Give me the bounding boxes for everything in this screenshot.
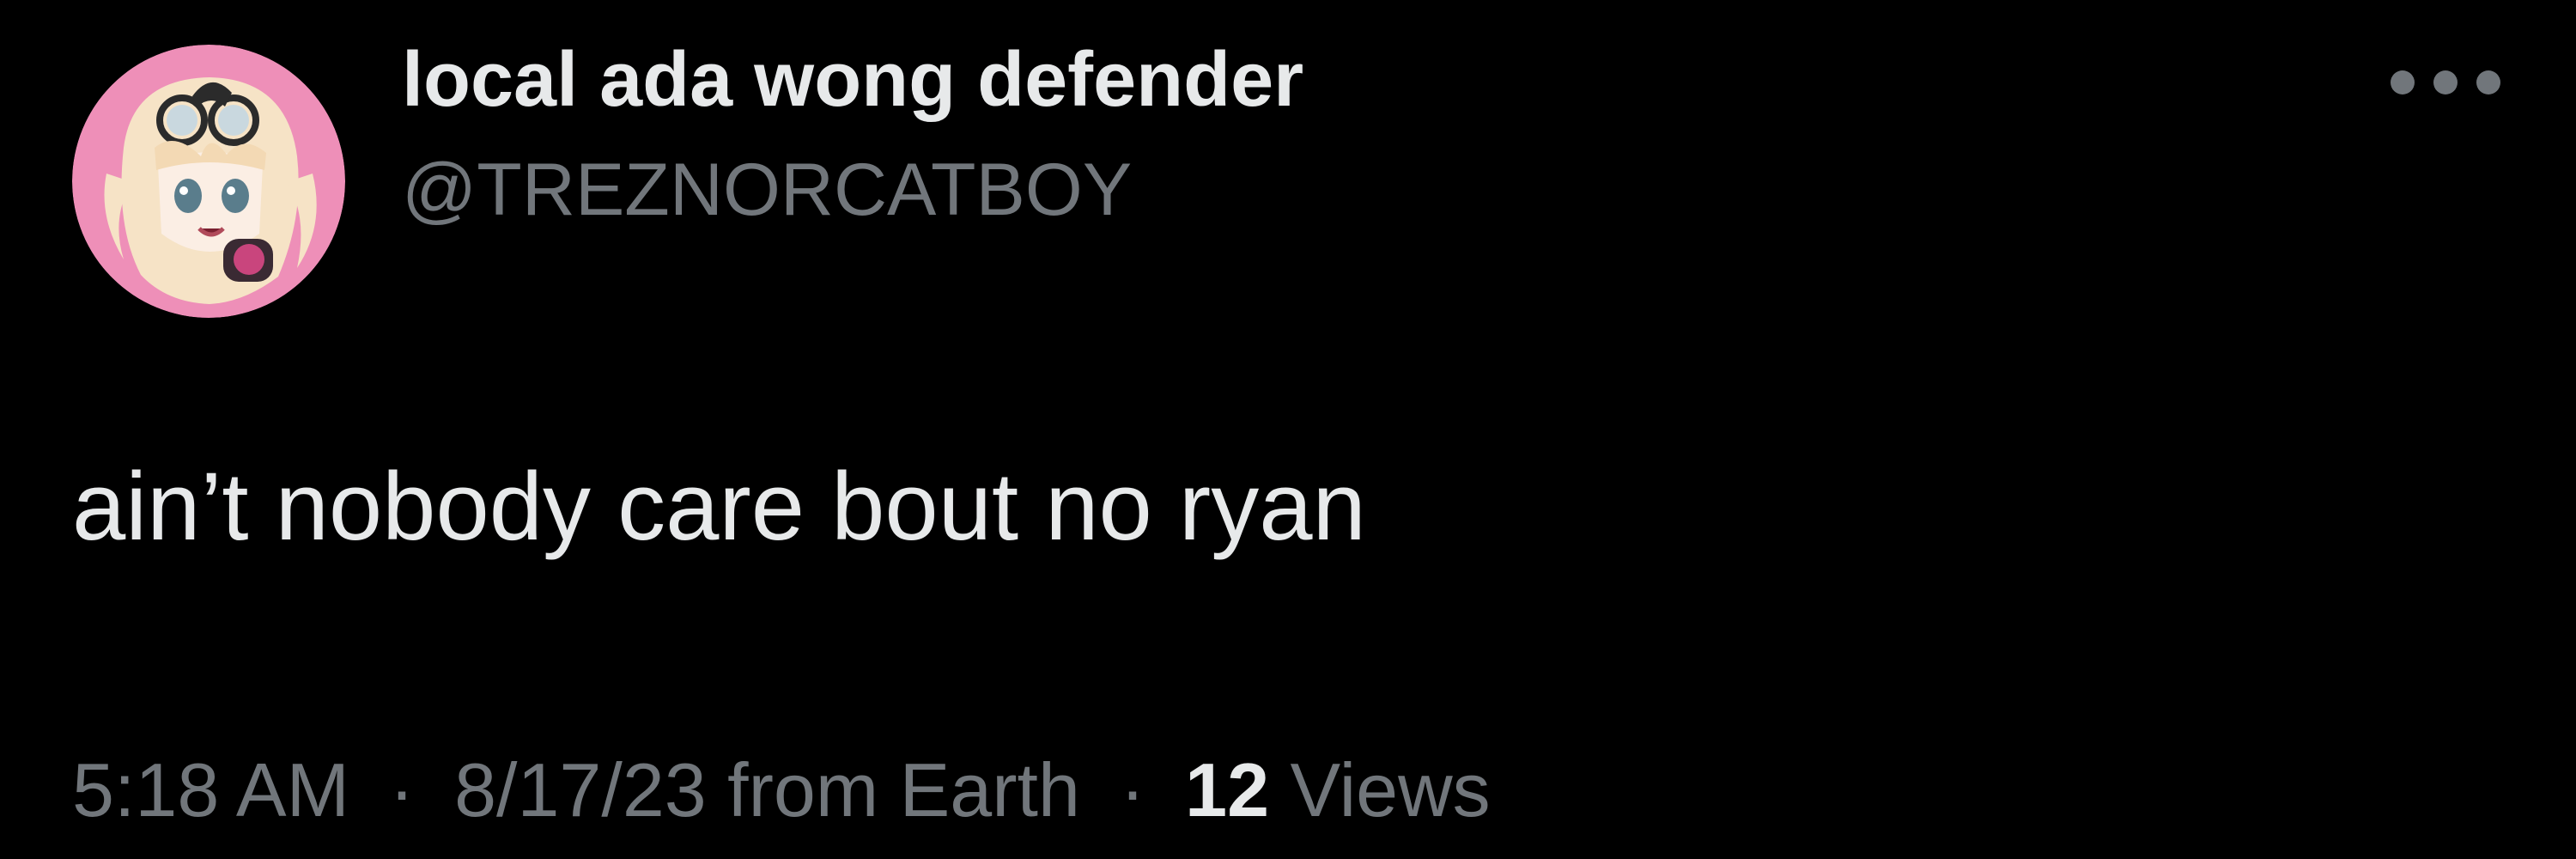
tweet-date[interactable]: 8/17/23: [454, 747, 707, 832]
views-count: 12: [1185, 747, 1270, 832]
avatar[interactable]: [72, 45, 345, 318]
tweet-metadata: 5:18 AM · 8/17/23 from Earth · 12 Views: [72, 742, 1491, 838]
tweet-time[interactable]: 5:18 AM: [72, 747, 349, 832]
separator: ·: [1120, 747, 1145, 832]
anime-character-avatar-icon: [72, 45, 345, 318]
separator: ·: [389, 747, 415, 832]
tweet-source: from Earth: [727, 747, 1080, 832]
ellipsis-icon: [2476, 70, 2500, 94]
views-link[interactable]: 12 Views: [1185, 747, 1491, 832]
views-label: Views: [1290, 747, 1491, 832]
more-options-button[interactable]: [2391, 57, 2500, 108]
ellipsis-icon: [2433, 70, 2458, 94]
tweet: local ada wong defender @TREZNORCATBOY a…: [0, 0, 2576, 859]
ellipsis-icon: [2391, 70, 2415, 94]
author-handle[interactable]: @TREZNORCATBOY: [402, 143, 1132, 237]
tweet-text: ain’t nobody care bout no ryan: [72, 453, 1366, 560]
author-display-name[interactable]: local ada wong defender: [402, 33, 1303, 127]
